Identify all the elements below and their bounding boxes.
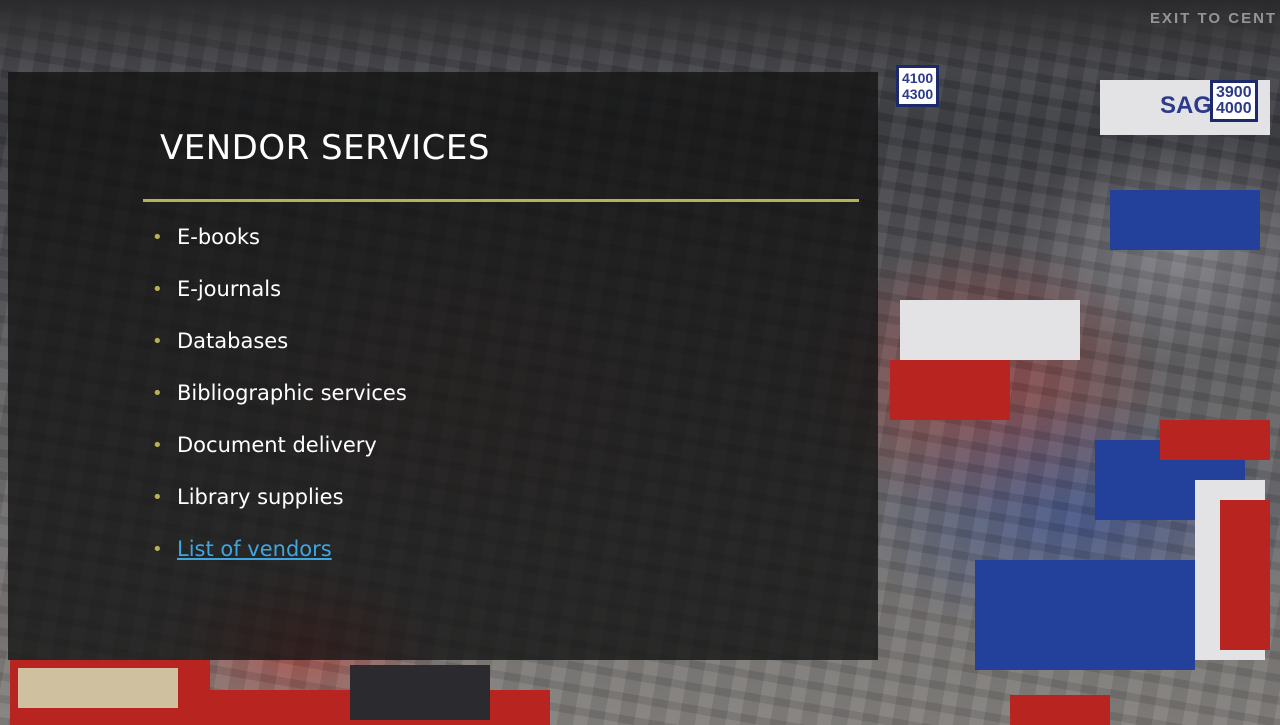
bullet-text: Library supplies xyxy=(177,485,344,509)
ceiling xyxy=(0,0,1280,70)
bullet-icon: • xyxy=(152,487,163,508)
booth-counter xyxy=(350,665,490,720)
bullet-item: • Library supplies xyxy=(152,484,407,536)
exit-sign: EXIT TO CENT xyxy=(1150,10,1278,27)
bullet-icon: • xyxy=(152,435,163,456)
bullet-item: • Databases xyxy=(152,328,407,380)
booth-red-1 xyxy=(890,360,1010,420)
booth-red-2 xyxy=(1160,420,1270,460)
bullet-icon: • xyxy=(152,539,163,560)
booth-display-1 xyxy=(900,300,1080,360)
booth-blue-1 xyxy=(1110,190,1260,250)
bullet-text: Bibliographic services xyxy=(177,381,407,405)
bullet-text: E-books xyxy=(177,225,260,249)
bullet-item: • List of vendors xyxy=(152,536,407,588)
bullet-icon: • xyxy=(152,227,163,248)
bullet-item: • E-books xyxy=(152,224,407,276)
booth-sign-2: 3900 4000 xyxy=(1210,80,1258,122)
title-divider xyxy=(143,199,859,202)
bullet-icon: • xyxy=(152,279,163,300)
bullet-icon: • xyxy=(152,331,163,352)
bullet-text: Document delivery xyxy=(177,433,377,457)
list-of-vendors-link[interactable]: List of vendors xyxy=(177,536,332,562)
bullet-list: • E-books • E-journals • Databases • Bib… xyxy=(152,224,407,588)
sign-number: 4000 xyxy=(1216,100,1252,117)
bullet-text: E-journals xyxy=(177,277,282,301)
slide-title: VENDOR SERVICES xyxy=(160,128,490,168)
bullet-text: Databases xyxy=(177,329,289,353)
bullet-item: • E-journals xyxy=(152,276,407,328)
booth-red-4 xyxy=(1010,695,1110,725)
booth-red-3 xyxy=(1220,500,1270,650)
bullet-item: • Bibliographic services xyxy=(152,380,407,432)
slide: SAGE 4100 4300 3900 4000 EXIT TO CENT VE… xyxy=(0,0,1280,725)
bullet-icon: • xyxy=(152,383,163,404)
sign-number: 3900 xyxy=(1216,84,1252,101)
sign-number: 4300 xyxy=(902,86,934,102)
booth-blue-3 xyxy=(975,560,1195,670)
booth-sign-1: 4100 4300 xyxy=(896,65,940,107)
bullet-item: • Document delivery xyxy=(152,432,407,484)
sign-number: 4100 xyxy=(902,70,934,86)
display-shelf xyxy=(18,668,178,708)
